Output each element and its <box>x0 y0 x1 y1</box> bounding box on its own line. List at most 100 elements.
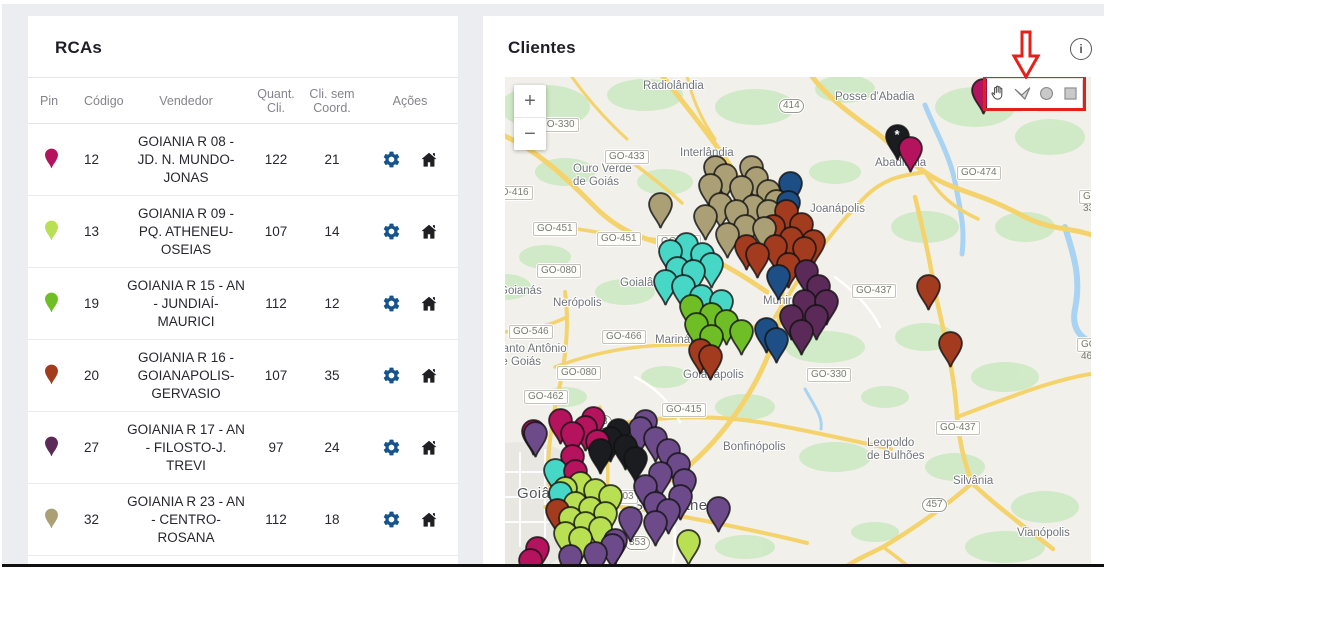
client-map-pin[interactable] <box>582 541 609 564</box>
road-badge: GO-451 <box>533 222 577 236</box>
home-icon[interactable] <box>419 438 439 458</box>
client-map-pin[interactable] <box>765 264 792 306</box>
home-icon[interactable] <box>419 294 439 314</box>
map-place-label: Joanápolis <box>810 203 865 216</box>
client-map-pin[interactable] <box>937 331 964 373</box>
client-map-pin[interactable] <box>642 510 669 552</box>
rca-vendedor: GOIANIA R 09 - PQ. ATHENEU- OSEIAS <box>122 205 250 259</box>
rca-vendedor: GOIANIA R 17 - AN - FILOSTO-J. TREVI <box>122 421 250 475</box>
rca-codigo: 12 <box>72 152 122 167</box>
table-body: 12GOIANIA R 08 - JD. N. MUNDO- JONAS1222… <box>28 124 458 556</box>
table-row: 13GOIANIA R 09 - PQ. ATHENEU- OSEIAS1071… <box>28 196 458 268</box>
rca-codigo: 32 <box>72 512 122 527</box>
settings-gear-icon[interactable] <box>381 438 401 458</box>
map-place-label: Nerópolis <box>553 297 602 310</box>
draw-circle-icon[interactable] <box>1036 84 1056 104</box>
map-place-label: Posse d'Abadia <box>835 91 915 104</box>
draw-rectangle-icon[interactable] <box>1060 84 1080 104</box>
rca-quant-cli: 122 <box>250 152 302 167</box>
map-place-label: Leopoldo de Bulhões <box>867 437 925 463</box>
rca-quant-cli: 107 <box>250 368 302 383</box>
road-badge: GO-462 <box>1077 338 1091 352</box>
rca-pin-icon <box>28 508 72 532</box>
settings-gear-icon[interactable] <box>381 294 401 314</box>
col-header-codigo: Código <box>72 94 122 108</box>
road-badge: GO-437 <box>936 421 980 435</box>
rcas-panel: RCAs Pin Código Vendedor Quant. Cli. Cli… <box>28 16 458 564</box>
table-row: 32GOIANIA R 23 - AN - CENTRO- ROSANA1121… <box>28 484 458 556</box>
settings-gear-icon[interactable] <box>381 222 401 242</box>
rca-codigo: 13 <box>72 224 122 239</box>
zoom-out-button[interactable]: − <box>514 118 546 150</box>
rca-cli-sem-coord: 21 <box>302 152 362 167</box>
client-map-pin[interactable] <box>522 421 549 463</box>
road-badge: GO-415 <box>662 403 706 417</box>
road-badge: GO-416 <box>505 186 533 200</box>
col-header-quant-cli: Quant. Cli. <box>250 87 302 115</box>
rca-codigo: 20 <box>72 368 122 383</box>
settings-gear-icon[interactable] <box>381 150 401 170</box>
drawing-toolbar <box>987 79 1082 108</box>
road-badge: GO-462 <box>524 390 568 404</box>
client-map-pin[interactable] <box>788 319 815 361</box>
rca-pin-icon <box>28 148 72 172</box>
col-header-cli-sem-coord: Cli. sem Coord. <box>302 87 362 115</box>
rca-cli-sem-coord: 24 <box>302 440 362 455</box>
road-badge: GO-451 <box>597 232 641 246</box>
map-place-label: Santo Antônio de Goiás <box>505 343 567 369</box>
map-place-label: Radiolândia <box>643 80 704 93</box>
client-map-pin[interactable] <box>897 136 924 178</box>
clientes-panel-title: Clientes <box>483 16 1105 58</box>
table-header-row: Pin Código Vendedor Quant. Cli. Cli. sem… <box>28 78 458 124</box>
road-badge: 414 <box>779 99 804 113</box>
client-map-pin[interactable] <box>915 274 942 316</box>
settings-gear-icon[interactable] <box>381 366 401 386</box>
map-place-label: Goianás <box>505 285 542 298</box>
rca-quant-cli: 112 <box>250 512 302 527</box>
home-icon[interactable] <box>419 510 439 530</box>
road-badge: GO-330 <box>1079 190 1091 204</box>
client-map-pin[interactable] <box>557 544 584 564</box>
app-background: RCAs Pin Código Vendedor Quant. Cli. Cli… <box>2 4 1104 567</box>
road-badge: GO-437 <box>852 284 896 298</box>
rca-cli-sem-coord: 14 <box>302 224 362 239</box>
client-map-pin[interactable] <box>728 319 755 361</box>
info-icon[interactable]: i <box>1070 38 1092 60</box>
map-place-label: Vianópolis <box>1017 527 1070 540</box>
map-place-label: Ouro Verde de Goiás <box>573 163 632 189</box>
home-icon[interactable] <box>419 366 439 386</box>
rcas-panel-title: RCAs <box>28 16 458 58</box>
map-place-label: Bonfinópolis <box>723 441 786 454</box>
rca-pin-icon <box>28 220 72 244</box>
col-header-pin: Pin <box>28 94 72 108</box>
rca-quant-cli: 112 <box>250 296 302 311</box>
road-badge: GO-080 <box>537 264 581 278</box>
road-badge: GO-330 <box>807 368 851 382</box>
map-place-label: Silvânia <box>953 475 993 488</box>
home-icon[interactable] <box>419 222 439 242</box>
draw-polygon-icon[interactable] <box>1013 84 1033 104</box>
rca-vendedor: GOIANIA R 23 - AN - CENTRO- ROSANA <box>122 493 250 547</box>
client-map-pin[interactable] <box>647 192 674 234</box>
home-icon[interactable] <box>419 150 439 170</box>
map-canvas[interactable]: RadiolândiaPosse d'AbadiaInterlândiaOuro… <box>505 77 1091 564</box>
settings-gear-icon[interactable] <box>381 510 401 530</box>
client-map-pin[interactable] <box>705 496 732 538</box>
rca-cli-sem-coord: 12 <box>302 296 362 311</box>
client-map-pin[interactable] <box>697 344 724 386</box>
rca-vendedor: GOIANIA R 08 - JD. N. MUNDO- JONAS <box>122 133 250 187</box>
table-row: 12GOIANIA R 08 - JD. N. MUNDO- JONAS1222… <box>28 124 458 196</box>
client-map-pin[interactable] <box>517 548 544 564</box>
client-map-pin[interactable] <box>675 529 702 564</box>
zoom-in-button[interactable]: + <box>514 85 546 117</box>
rca-codigo: 27 <box>72 440 122 455</box>
rca-cli-sem-coord: 18 <box>302 512 362 527</box>
rcas-table: Pin Código Vendedor Quant. Cli. Cli. sem… <box>28 78 458 556</box>
table-row: 19GOIANIA R 15 - AN - JUNDIAÍ- MAURICI11… <box>28 268 458 340</box>
road-badge: GO-546 <box>509 325 553 339</box>
client-map-pin[interactable] <box>763 327 790 369</box>
col-header-vendedor: Vendedor <box>122 94 250 108</box>
pan-hand-icon[interactable] <box>989 84 1009 104</box>
rca-quant-cli: 107 <box>250 224 302 239</box>
col-header-acoes: Ações <box>362 94 458 108</box>
